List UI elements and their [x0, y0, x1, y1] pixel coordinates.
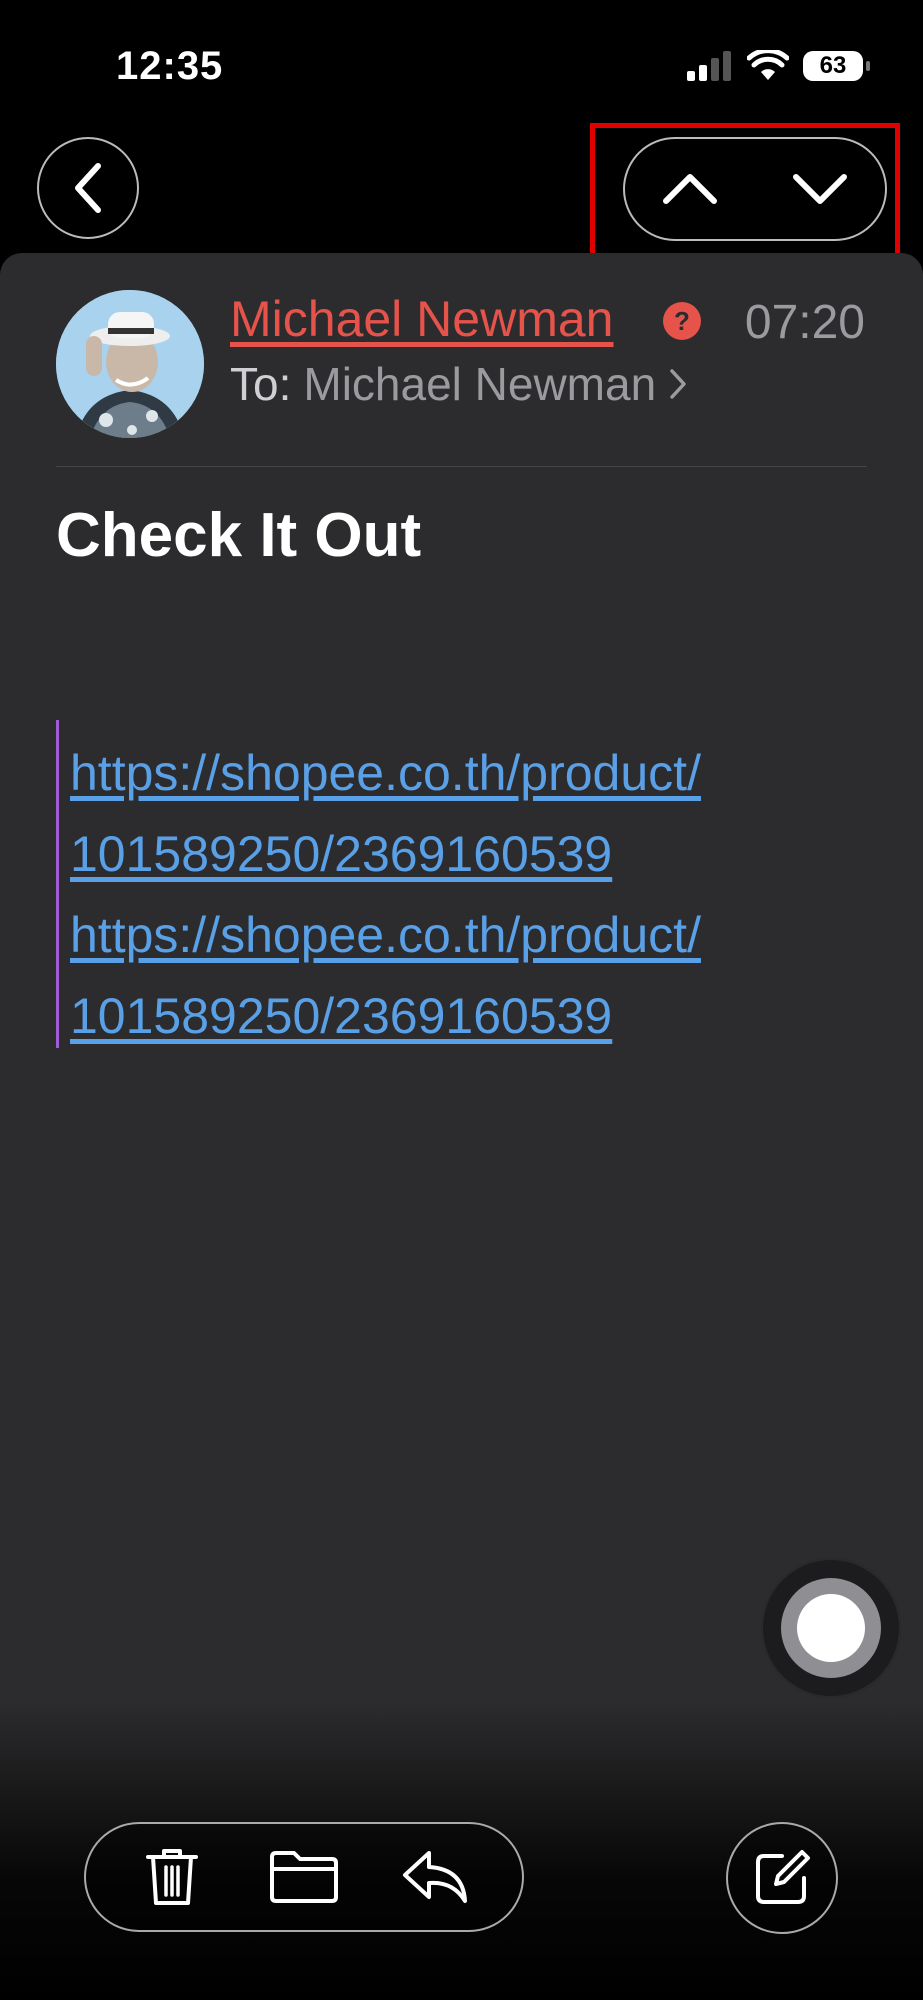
compose-button[interactable] — [726, 1822, 838, 1934]
header-divider — [56, 466, 867, 467]
status-icons: 63 — [687, 50, 870, 82]
avatar — [56, 290, 204, 438]
wifi-icon — [747, 50, 789, 80]
email-subject: Check It Out — [56, 501, 422, 570]
battery-indicator: 63 — [803, 51, 870, 81]
back-button[interactable] — [37, 137, 139, 239]
battery-cap — [866, 61, 870, 71]
product-link-2-line-2[interactable]: 101589250/2369160539 — [70, 976, 870, 1057]
quote-bar — [56, 720, 59, 1048]
email-time: 07:20 — [744, 296, 865, 349]
reply-button[interactable] — [391, 1832, 481, 1922]
status-time: 12:35 — [116, 44, 224, 88]
chevron-down-icon — [793, 174, 847, 204]
battery-level: 63 — [819, 52, 847, 79]
product-link-2-line-1[interactable]: https://shopee.co.th/product/ — [70, 895, 870, 976]
sender-name[interactable]: Michael Newman — [230, 290, 613, 348]
trash-button[interactable] — [127, 1832, 217, 1922]
assistive-touch-dot — [797, 1594, 865, 1662]
chevron-left-icon — [75, 163, 101, 213]
folder-icon — [270, 1851, 338, 1903]
message-navigation — [623, 137, 887, 241]
previous-message-button[interactable] — [640, 139, 740, 239]
email-body: https://shopee.co.th/product/ 101589250/… — [70, 733, 870, 1057]
product-link-1-line-2[interactable]: 101589250/2369160539 — [70, 814, 870, 895]
unverified-sender-icon[interactable]: ? — [663, 302, 701, 340]
product-link-1-line-1[interactable]: https://shopee.co.th/product/ — [70, 733, 870, 814]
chevron-right-icon — [670, 369, 686, 399]
status-bar: 12:35 63 — [0, 0, 923, 130]
assistive-touch-button[interactable] — [761, 1558, 901, 1698]
reply-icon — [403, 1851, 467, 1903]
to-label: To: — [230, 358, 292, 410]
recipients-line[interactable]: To: Michael Newman — [230, 357, 688, 411]
compose-icon — [756, 1850, 810, 1904]
move-to-folder-button[interactable] — [259, 1832, 349, 1922]
assistive-touch-ring — [781, 1578, 881, 1678]
chevron-up-icon — [663, 174, 717, 204]
next-message-button[interactable] — [770, 139, 870, 239]
recipient-name: Michael Newman — [303, 358, 657, 410]
message-toolbar — [84, 1822, 524, 1932]
signal-icon — [687, 51, 731, 81]
trash-icon — [146, 1849, 198, 1905]
